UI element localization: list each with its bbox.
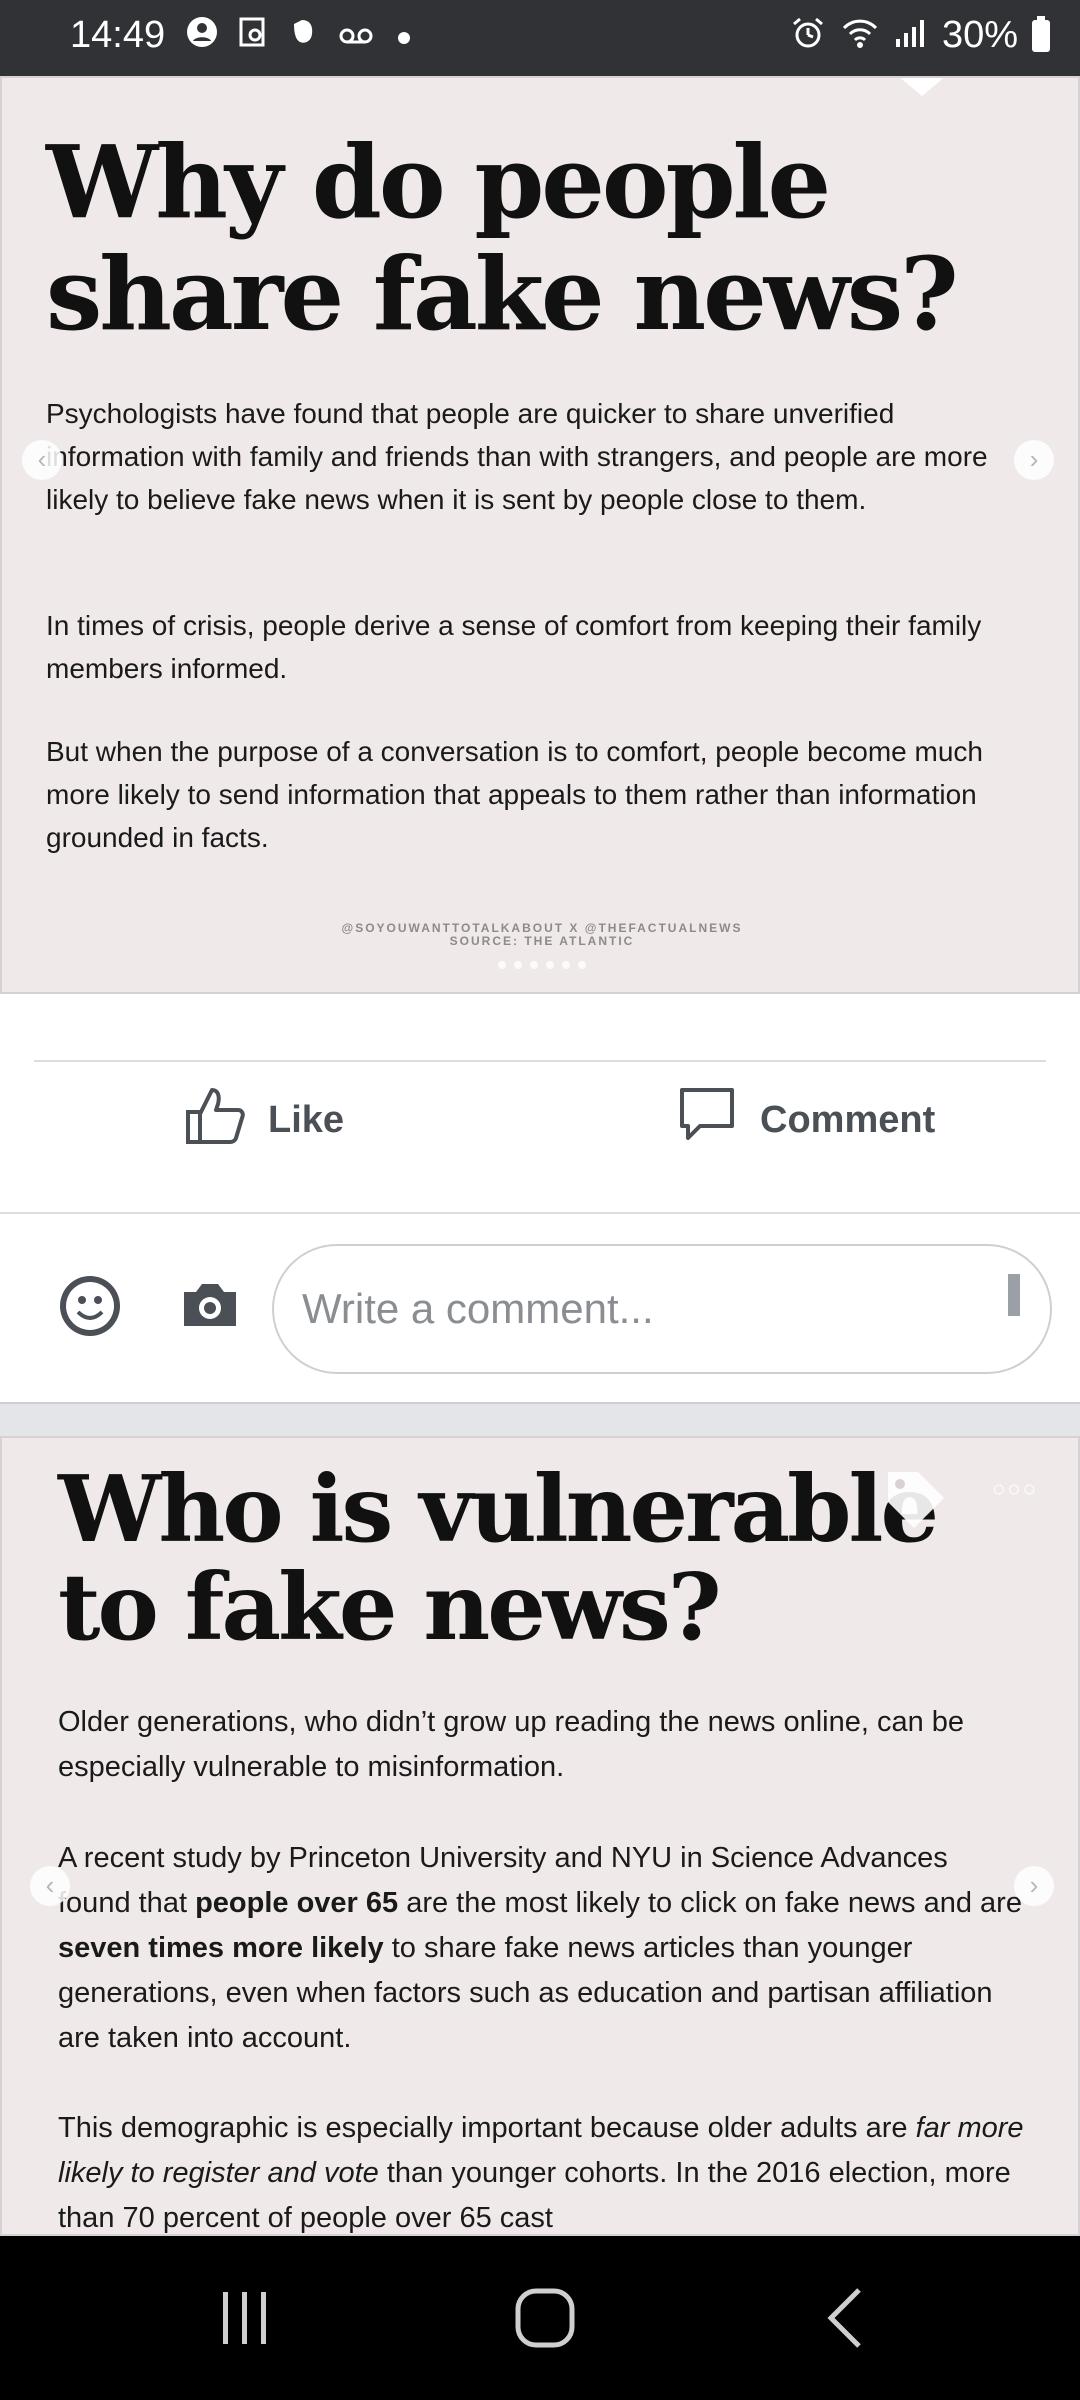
post1-paragraph-2: In times of crisis, people derive a sens… [46, 610, 982, 684]
account-circle-icon [186, 16, 218, 61]
post1-headline-line1: Why do people [46, 123, 831, 241]
post2-p2-text: are the most likely to click on fake new… [398, 1887, 1022, 1919]
post2-paragraph-3: This demographic is especially important… [58, 2106, 1028, 2234]
comment-placeholder: Write a comment... [302, 1285, 654, 1332]
emoji-icon[interactable] [58, 1274, 122, 1338]
comment-label: Comment [760, 1098, 936, 1141]
post2-headline-line1: Who is vulnerable [58, 1455, 939, 1563]
post2-p3-text: This demographic is especially important… [58, 2112, 916, 2144]
more-options-icon[interactable]: ○○○ [992, 1476, 1038, 1502]
status-time: 14:49 [70, 14, 166, 56]
next-arrow-icon[interactable]: › [1014, 1866, 1054, 1906]
signal-icon [894, 17, 928, 54]
comment-input[interactable]: Write a comment... [272, 1244, 1052, 1374]
post1-paragraph-3: But when the purpose of a conversation i… [46, 736, 983, 853]
prev-arrow-icon[interactable]: ‹ [22, 440, 62, 480]
back-icon[interactable] [790, 2236, 900, 2400]
next-arrow-icon[interactable]: › [1014, 440, 1054, 480]
camera-icon[interactable] [180, 1280, 240, 1330]
screenshot-icon [238, 16, 268, 61]
comment-bubble-icon [676, 1084, 738, 1156]
like-label: Like [268, 1098, 345, 1141]
post-image-who-vulnerable[interactable]: Who is vulnerable to fake news? ○○○ Olde… [0, 1436, 1080, 2236]
battery-percent: 30% [941, 14, 1018, 56]
post1-headline: Why do people share fake news? [46, 126, 1046, 350]
prev-arrow-icon[interactable]: ‹ [30, 1866, 70, 1906]
post1-credit-source: SOURCE: THE ATLANTIC [449, 934, 635, 948]
status-bar: 14:49 30% [0, 0, 1080, 76]
post2-paragraph-1: Older generations, who didn’t grow up re… [58, 1706, 965, 1783]
post-actions-panel: Like Comment Write a comment... [0, 994, 1080, 1404]
carousel-dots [2, 956, 1078, 974]
comment-button[interactable]: Comment [676, 1088, 936, 1150]
evernote-icon [288, 16, 318, 61]
voicemail-icon [338, 17, 374, 61]
dot-icon [394, 17, 414, 61]
alarm-icon [790, 15, 826, 56]
notch-marker [898, 78, 946, 96]
post1-headline-line2: share fake news? [46, 235, 959, 353]
post2-p2-bold-2: seven times more likely [58, 1932, 384, 1964]
wifi-icon [840, 16, 880, 55]
thumbs-up-icon [184, 1084, 246, 1156]
like-button[interactable]: Like [184, 1088, 345, 1150]
post2-paragraph-2: A recent study by Princeton University a… [58, 1836, 1028, 2061]
divider [0, 1212, 1080, 1214]
post-image-why-share[interactable]: Why do people share fake news? Psycholog… [0, 76, 1080, 994]
home-icon[interactable] [490, 2236, 600, 2400]
tag-icon[interactable] [884, 1468, 948, 1547]
text-cursor [1008, 1274, 1020, 1316]
system-nav-bar [0, 2236, 1080, 2400]
post2-p2-bold-1: people over 65 [195, 1887, 399, 1919]
divider [34, 1060, 1046, 1062]
battery-icon [1032, 15, 1050, 52]
recents-icon[interactable] [190, 2236, 300, 2400]
post2-headline-line2: to fake news? [58, 1553, 722, 1661]
post1-paragraph-1: Psychologists have found that people are… [46, 398, 988, 515]
